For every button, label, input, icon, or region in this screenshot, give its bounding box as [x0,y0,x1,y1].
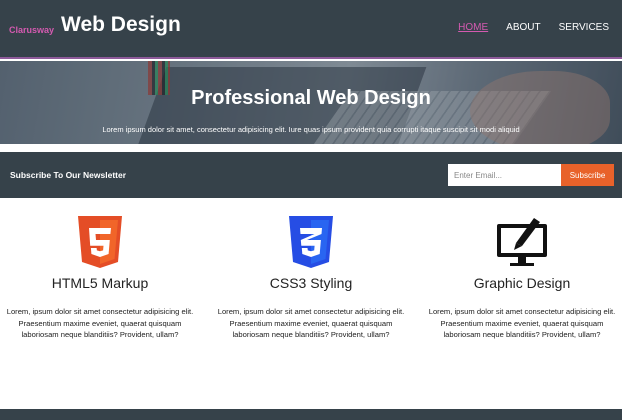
main-nav: HOME ABOUT SERVICES [458,22,609,33]
graphic-design-icon [497,218,547,266]
feature-title: CSS3 Styling [269,275,353,291]
newsletter-title: Subscribe To Our Newsletter [10,170,127,180]
features-section: HTML5 Markup Lorem, ipsum dolor sit amet… [0,198,622,408]
newsletter-bar: Subscribe To Our Newsletter Subscribe [0,152,622,198]
nav-services-link[interactable]: SERVICES [559,22,609,33]
feature-description: Lorem, ipsum dolor sit amet consectetur … [428,307,616,339]
brand-title[interactable]: Web Design [61,13,181,37]
hero-banner: Professional Web Design Lorem ipsum dolo… [0,61,622,144]
site-header: Clarusway Web Design HOME ABOUT SERVICES [0,0,622,59]
hero-title: Professional Web Design [191,87,431,109]
hero-subtitle: Lorem ipsum dolor sit amet, consectetur … [102,125,520,134]
brand-small-label: Clarusway [9,25,55,35]
site-footer [0,409,622,420]
feature-title: HTML5 Markup [51,275,149,291]
email-field[interactable] [448,164,561,186]
nav-about-link[interactable]: ABOUT [506,22,540,33]
feature-description: Lorem, ipsum dolor sit amet consectetur … [6,307,194,339]
subscribe-button[interactable]: Subscribe [561,164,614,186]
feature-description: Lorem, ipsum dolor sit amet consectetur … [217,307,405,339]
nav-home-link[interactable]: HOME [458,22,488,33]
css3-icon [289,216,333,268]
html5-icon [78,216,122,268]
feature-title: Graphic Design [473,275,571,291]
